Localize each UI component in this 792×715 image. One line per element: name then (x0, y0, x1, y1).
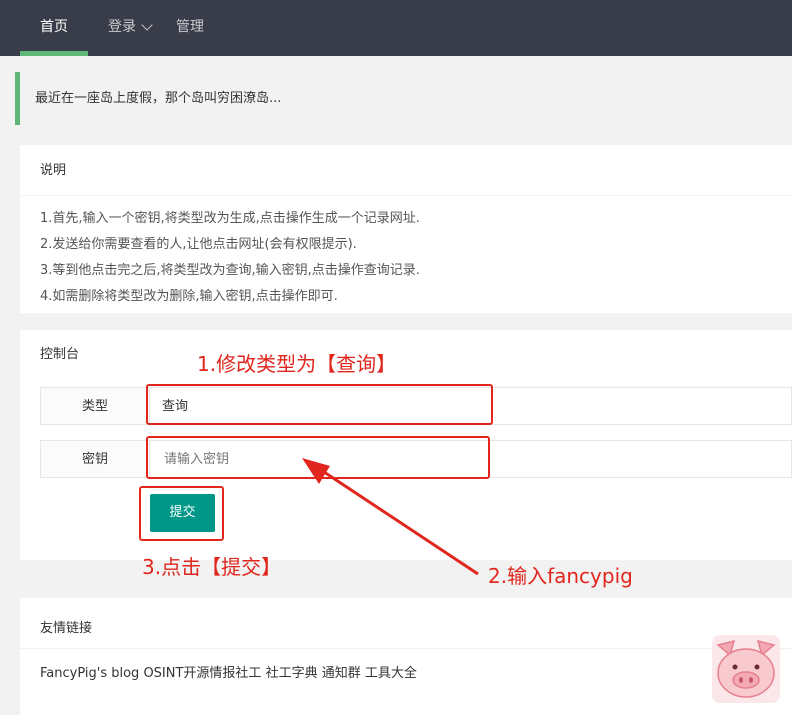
annotation-arrow (302, 458, 479, 576)
pig-face-icon (712, 635, 780, 703)
